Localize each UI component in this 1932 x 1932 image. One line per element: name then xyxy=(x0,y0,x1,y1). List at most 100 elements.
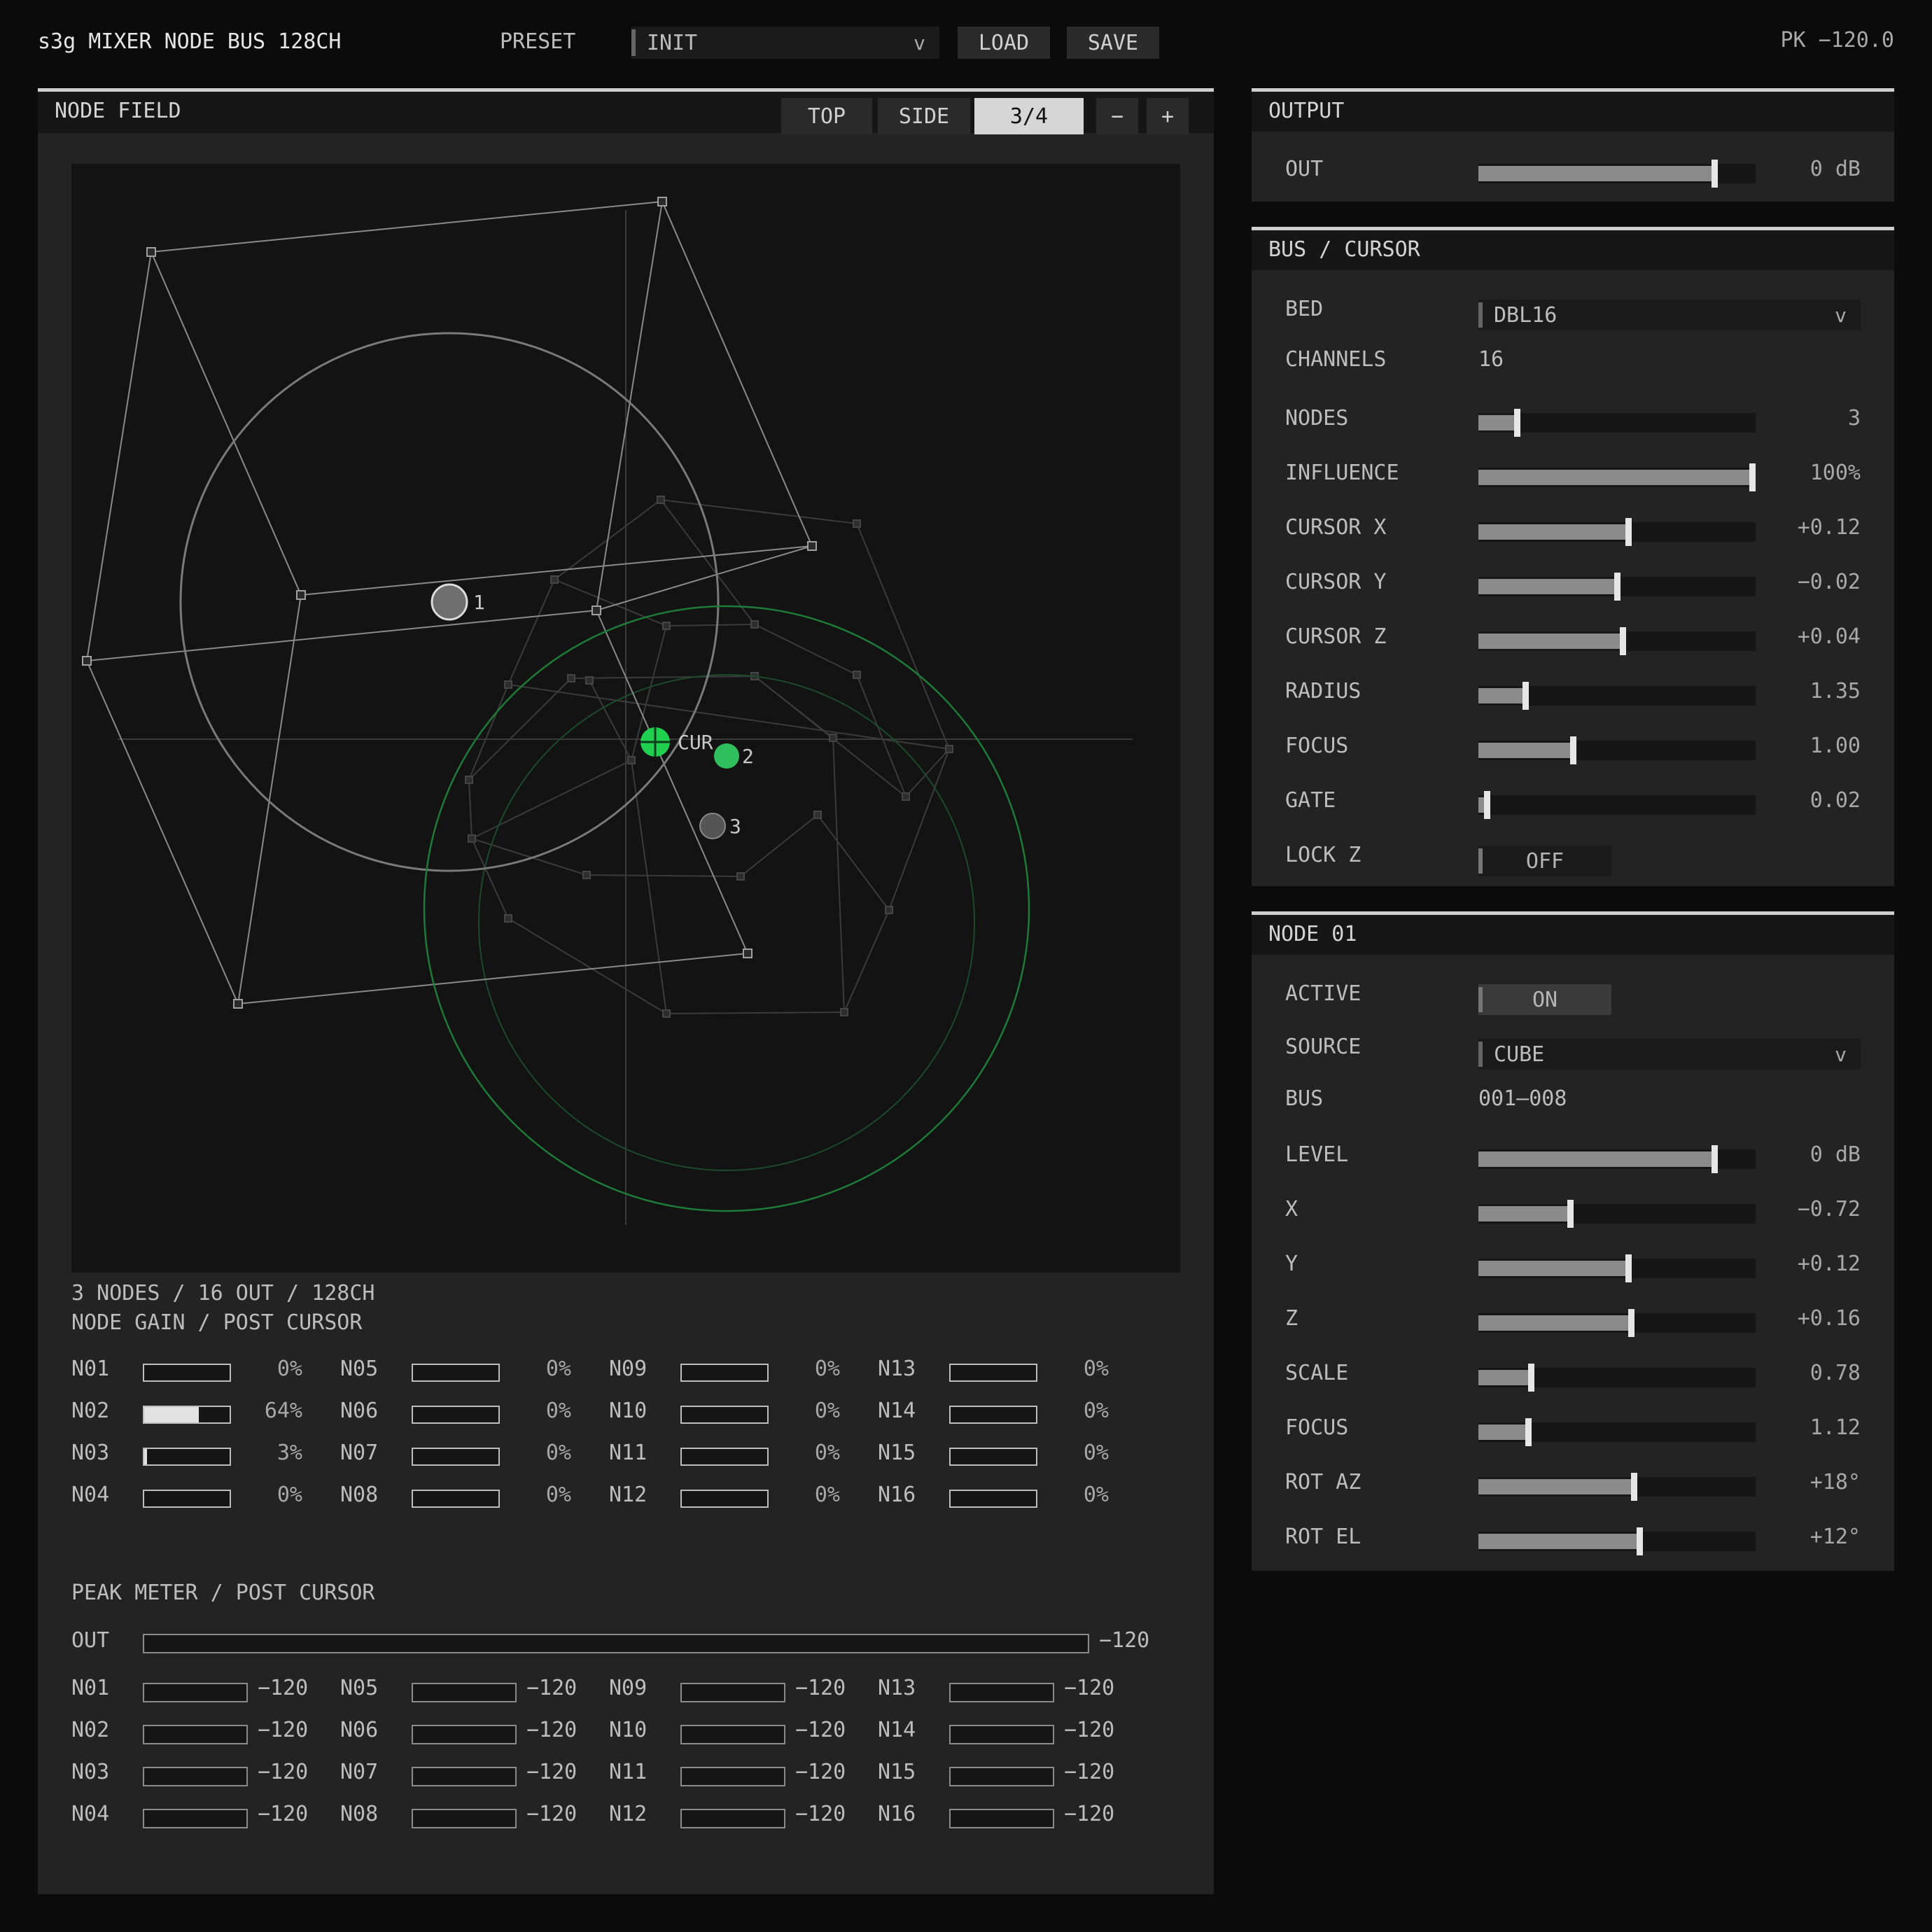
peak-value: −120 xyxy=(1064,1718,1115,1742)
bus-label: BUS xyxy=(1285,1086,1324,1111)
slider-thumb[interactable] xyxy=(1712,1145,1718,1173)
gain-meter xyxy=(949,1490,1037,1508)
slider-thumb[interactable] xyxy=(1528,1364,1534,1392)
gain-label: N06 xyxy=(340,1399,379,1423)
lockz-label: LOCK Z xyxy=(1285,843,1362,867)
slider-thumb[interactable] xyxy=(1749,463,1756,491)
gain-meter xyxy=(412,1364,500,1382)
slider-label: Z xyxy=(1285,1306,1298,1331)
gain-value: 0% xyxy=(276,1357,302,1381)
slider-gate[interactable] xyxy=(1478,791,1756,819)
gain-label: N04 xyxy=(71,1483,110,1507)
zoom-in-button[interactable]: + xyxy=(1147,98,1189,134)
slider-z[interactable] xyxy=(1478,1309,1756,1337)
node-field-canvas[interactable]: 1 2 3 CUR xyxy=(71,164,1180,1273)
bed-value: DBL16 xyxy=(1494,302,1558,328)
tab-side[interactable]: SIDE xyxy=(878,98,970,134)
peak-meter xyxy=(680,1767,785,1786)
slider-x[interactable] xyxy=(1478,1200,1756,1228)
slider-thumb[interactable] xyxy=(1567,1200,1574,1228)
slider-thumb[interactable] xyxy=(1625,518,1632,546)
slider-thumb[interactable] xyxy=(1614,573,1620,601)
gain-meter xyxy=(949,1364,1037,1382)
gain-label: N15 xyxy=(878,1441,916,1465)
active-toggle[interactable]: ON xyxy=(1478,984,1611,1015)
slider-value: +0.12 xyxy=(1797,515,1861,540)
slider-thumb[interactable] xyxy=(1514,409,1520,437)
gain-label: N05 xyxy=(340,1357,379,1381)
peak-label: N12 xyxy=(609,1802,648,1826)
gain-label: N14 xyxy=(878,1399,916,1423)
slider-level[interactable] xyxy=(1478,1145,1756,1173)
peak-value: −120 xyxy=(795,1676,846,1700)
slider-thumb[interactable] xyxy=(1620,627,1626,655)
gain-value: 0% xyxy=(1083,1441,1109,1465)
slider-value: 0 dB xyxy=(1809,1142,1861,1167)
preset-dropdown[interactable]: INIT v xyxy=(631,27,939,59)
lockz-toggle[interactable]: OFF xyxy=(1478,846,1611,876)
slider-thumb[interactable] xyxy=(1628,1309,1634,1337)
load-button[interactable]: LOAD xyxy=(958,27,1050,59)
peak-label: N10 xyxy=(609,1718,648,1742)
channels-value: 16 xyxy=(1478,347,1504,372)
output-out-value: 0 dB xyxy=(1809,157,1861,181)
active-value: ON xyxy=(1532,987,1558,1012)
slider-thumb[interactable] xyxy=(1625,1254,1632,1282)
slider-y[interactable] xyxy=(1478,1254,1756,1282)
slider-thumb[interactable] xyxy=(1484,791,1490,819)
gain-value: 0% xyxy=(545,1483,571,1507)
peak-meter xyxy=(680,1683,785,1702)
tab-top[interactable]: TOP xyxy=(781,98,872,134)
gain-value: 3% xyxy=(276,1441,302,1465)
peak-out-label: OUT xyxy=(71,1628,110,1653)
slider-cursor-z[interactable] xyxy=(1478,627,1756,655)
node-2-handle[interactable] xyxy=(714,743,739,769)
slider-focus[interactable] xyxy=(1478,736,1756,764)
gain-value: 0% xyxy=(814,1399,840,1423)
tab-three-quarter[interactable]: 3/4 xyxy=(974,98,1084,134)
slider-thumb[interactable] xyxy=(1637,1527,1643,1555)
slider-rot-az[interactable] xyxy=(1478,1473,1756,1501)
slider-cursor-x[interactable] xyxy=(1478,518,1756,546)
zoom-out-button[interactable]: − xyxy=(1096,98,1138,134)
preset-value: INIT xyxy=(647,30,698,55)
slider-value: 100% xyxy=(1809,461,1861,485)
slider-radius[interactable] xyxy=(1478,682,1756,710)
slider-scale[interactable] xyxy=(1478,1364,1756,1392)
gain-meter xyxy=(143,1406,231,1424)
slider-value: 3 xyxy=(1847,406,1861,430)
slider-label: CURSOR Y xyxy=(1285,570,1387,594)
slider-thumb[interactable] xyxy=(1712,160,1718,188)
chevron-down-icon: v xyxy=(1835,1042,1847,1066)
output-out-label: OUT xyxy=(1285,157,1324,181)
output-out-slider[interactable] xyxy=(1478,160,1756,188)
output-panel: OUTPUT OUT 0 dB xyxy=(1252,88,1894,202)
node-gain-title: NODE GAIN / POST CURSOR xyxy=(71,1310,363,1335)
slider-nodes[interactable] xyxy=(1478,409,1756,437)
slider-influence[interactable] xyxy=(1478,463,1756,491)
slider-focus[interactable] xyxy=(1478,1418,1756,1446)
slider-thumb[interactable] xyxy=(1631,1473,1637,1501)
source-value: CUBE xyxy=(1494,1042,1545,1067)
chevron-down-icon: v xyxy=(1835,303,1847,327)
cursor-crosshair-icon[interactable] xyxy=(640,727,670,757)
slider-rot-el[interactable] xyxy=(1478,1527,1756,1555)
gain-meter xyxy=(143,1490,231,1508)
node-3-handle[interactable] xyxy=(699,813,726,839)
source-dropdown[interactable]: CUBE v xyxy=(1478,1039,1861,1070)
slider-cursor-y[interactable] xyxy=(1478,573,1756,601)
bed-dropdown[interactable]: DBL16 v xyxy=(1478,300,1861,330)
gain-value: 0% xyxy=(545,1399,571,1423)
gain-value: 0% xyxy=(814,1357,840,1381)
node-1-handle[interactable] xyxy=(430,583,468,621)
gain-meter xyxy=(143,1448,231,1466)
peak-value: −120 xyxy=(258,1802,309,1826)
slider-thumb[interactable] xyxy=(1522,682,1529,710)
node01-panel: NODE 01 ACTIVE ON SOURCE CUBE v BUS 001–… xyxy=(1252,911,1894,1571)
bus-cursor-title: BUS / CURSOR xyxy=(1268,237,1420,262)
slider-thumb[interactable] xyxy=(1570,736,1576,764)
save-button[interactable]: SAVE xyxy=(1067,27,1159,59)
slider-label: GATE xyxy=(1285,788,1336,813)
slider-thumb[interactable] xyxy=(1525,1418,1532,1446)
slider-value: +18° xyxy=(1809,1470,1861,1494)
